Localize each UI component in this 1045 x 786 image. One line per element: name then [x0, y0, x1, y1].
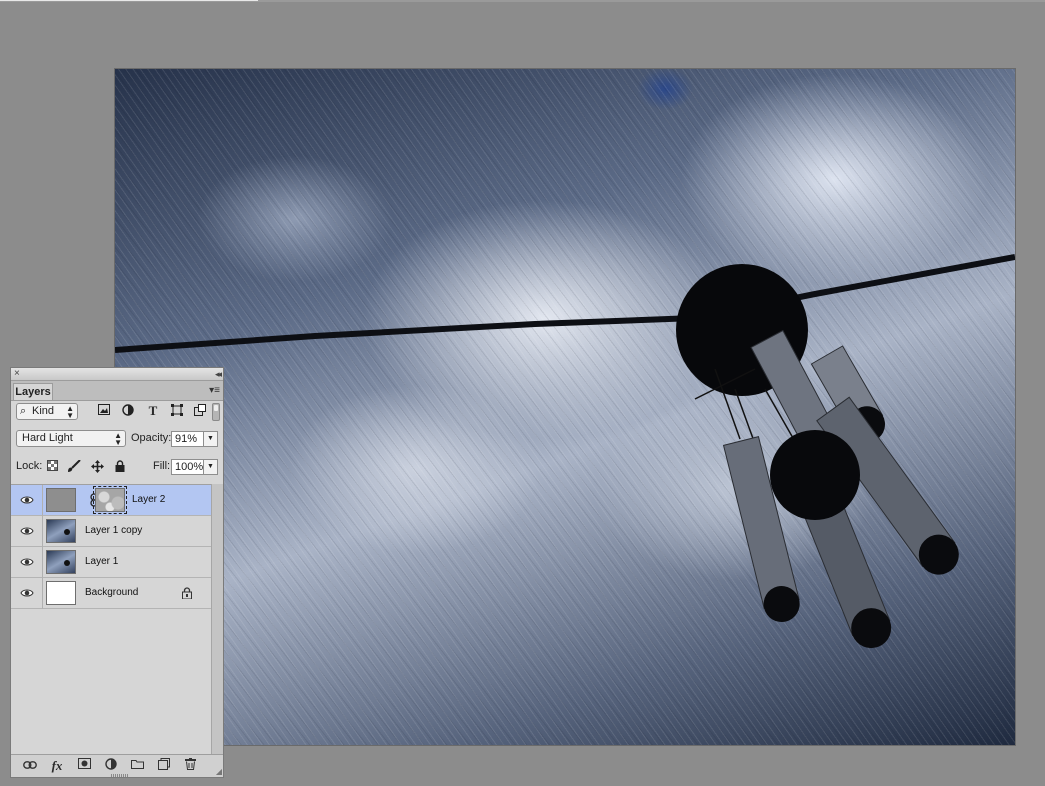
- panel-titlebar: × ◂◂: [11, 368, 223, 381]
- filter-toggle-switch[interactable]: [212, 403, 220, 421]
- link-layers-icon[interactable]: [21, 758, 39, 774]
- shape-filter-icon[interactable]: [170, 404, 184, 418]
- panel-drag-grip[interactable]: [111, 774, 129, 777]
- wire-line: [115, 254, 1015, 353]
- top-edge: [0, 0, 1045, 2]
- layers-panel: × ◂◂ Layers ▾≡ ⌕ Kind ▲ ▼ T Hard Light ▲ ▼: [10, 367, 224, 778]
- new-group-icon[interactable]: [128, 758, 146, 774]
- stepper-arrows-icon: ▲ ▼: [66, 404, 74, 420]
- fill-label: Fill:: [153, 460, 171, 472]
- wind-chime-artwork: [115, 254, 1015, 649]
- layers-list: Layer 2 Layer 1 copy Layer 1 Background: [11, 484, 211, 755]
- blend-mode-value: Hard Light: [22, 432, 73, 444]
- layer-name: Layer 1: [85, 556, 119, 567]
- document-canvas[interactable]: [115, 69, 1015, 745]
- top-edge-segment: [0, 0, 258, 1]
- panel-menu-icon[interactable]: ▾≡: [209, 385, 220, 396]
- visibility-eye-icon[interactable]: [20, 586, 34, 600]
- close-panel-icon[interactable]: ×: [14, 368, 20, 380]
- eye-column-divider: [42, 578, 43, 609]
- fill-input[interactable]: 100%: [171, 459, 204, 475]
- delete-layer-icon[interactable]: [181, 758, 199, 774]
- stepper-arrows-icon: ▲ ▼: [114, 431, 122, 447]
- opacity-label: Opacity:: [131, 432, 172, 444]
- eye-column-divider: [42, 485, 43, 516]
- layer-name: Layer 2: [132, 494, 166, 505]
- add-mask-icon[interactable]: [75, 758, 93, 774]
- eye-column-divider: [42, 547, 43, 578]
- layer-thumbnail[interactable]: [46, 550, 76, 574]
- layer-row-layer-2[interactable]: Layer 2: [11, 485, 211, 516]
- opacity-dropdown-icon[interactable]: ▼: [204, 431, 218, 447]
- smart-object-filter-icon[interactable]: [193, 404, 207, 418]
- new-layer-icon[interactable]: [155, 758, 173, 774]
- layer-row-layer-1-copy[interactable]: Layer 1 copy: [11, 516, 211, 547]
- search-icon: ⌕: [20, 405, 27, 417]
- adjustment-layer-icon[interactable]: [102, 758, 120, 774]
- lock-all-icon[interactable]: [113, 460, 127, 474]
- lock-image-pixels-brush-icon[interactable]: [67, 459, 81, 474]
- collapse-panel-icon[interactable]: ◂◂: [215, 368, 222, 380]
- eye-column-divider: [42, 516, 43, 547]
- visibility-eye-icon[interactable]: [20, 493, 34, 507]
- layer-name: Background: [85, 587, 139, 598]
- layer-thumbnail[interactable]: [46, 488, 76, 512]
- blend-mode-select[interactable]: Hard Light ▲ ▼: [16, 430, 126, 447]
- layer-row-layer-1[interactable]: Layer 1: [11, 547, 211, 578]
- lock-row: Lock: Fill: 100% ▼: [15, 458, 219, 476]
- layer-thumbnail[interactable]: [46, 519, 76, 543]
- adjustment-filter-icon[interactable]: [121, 404, 135, 418]
- lock-label: Lock:: [16, 460, 43, 472]
- opacity-input[interactable]: 91%: [171, 431, 204, 447]
- fill-dropdown-icon[interactable]: ▼: [204, 459, 218, 475]
- image-filter-icon[interactable]: [97, 404, 111, 418]
- type-filter-icon[interactable]: T: [146, 404, 160, 418]
- tab-layers[interactable]: Layers: [13, 383, 53, 400]
- filter-kind-select[interactable]: ⌕ Kind ▲ ▼: [16, 403, 78, 420]
- lock-transparent-pixels-icon[interactable]: [45, 460, 59, 474]
- layer-name: Layer 1 copy: [85, 525, 143, 536]
- fx-icon[interactable]: fx: [48, 758, 66, 774]
- chime-clapper-disc: [770, 430, 860, 520]
- layer-filter-row: ⌕ Kind ▲ ▼ T: [15, 403, 220, 421]
- layers-bottom-toolbar: fx ◢: [11, 754, 223, 777]
- visibility-eye-icon[interactable]: [20, 555, 34, 569]
- layer-thumbnail[interactable]: [46, 581, 76, 605]
- visibility-eye-icon[interactable]: [20, 524, 34, 538]
- blend-row: Hard Light ▲ ▼ Opacity: 91% ▼: [15, 430, 219, 448]
- lock-position-move-icon[interactable]: [90, 460, 104, 474]
- filter-kind-label: Kind: [32, 405, 55, 417]
- panel-tab-row: Layers ▾≡: [11, 381, 223, 401]
- layer-locked-icon: [182, 587, 192, 599]
- panel-resize-grip-icon[interactable]: ◢: [216, 767, 222, 776]
- layer-mask-thumbnail[interactable]: [93, 486, 127, 514]
- layer-row-background[interactable]: Background: [11, 578, 211, 609]
- layers-scrollbar[interactable]: [211, 484, 223, 754]
